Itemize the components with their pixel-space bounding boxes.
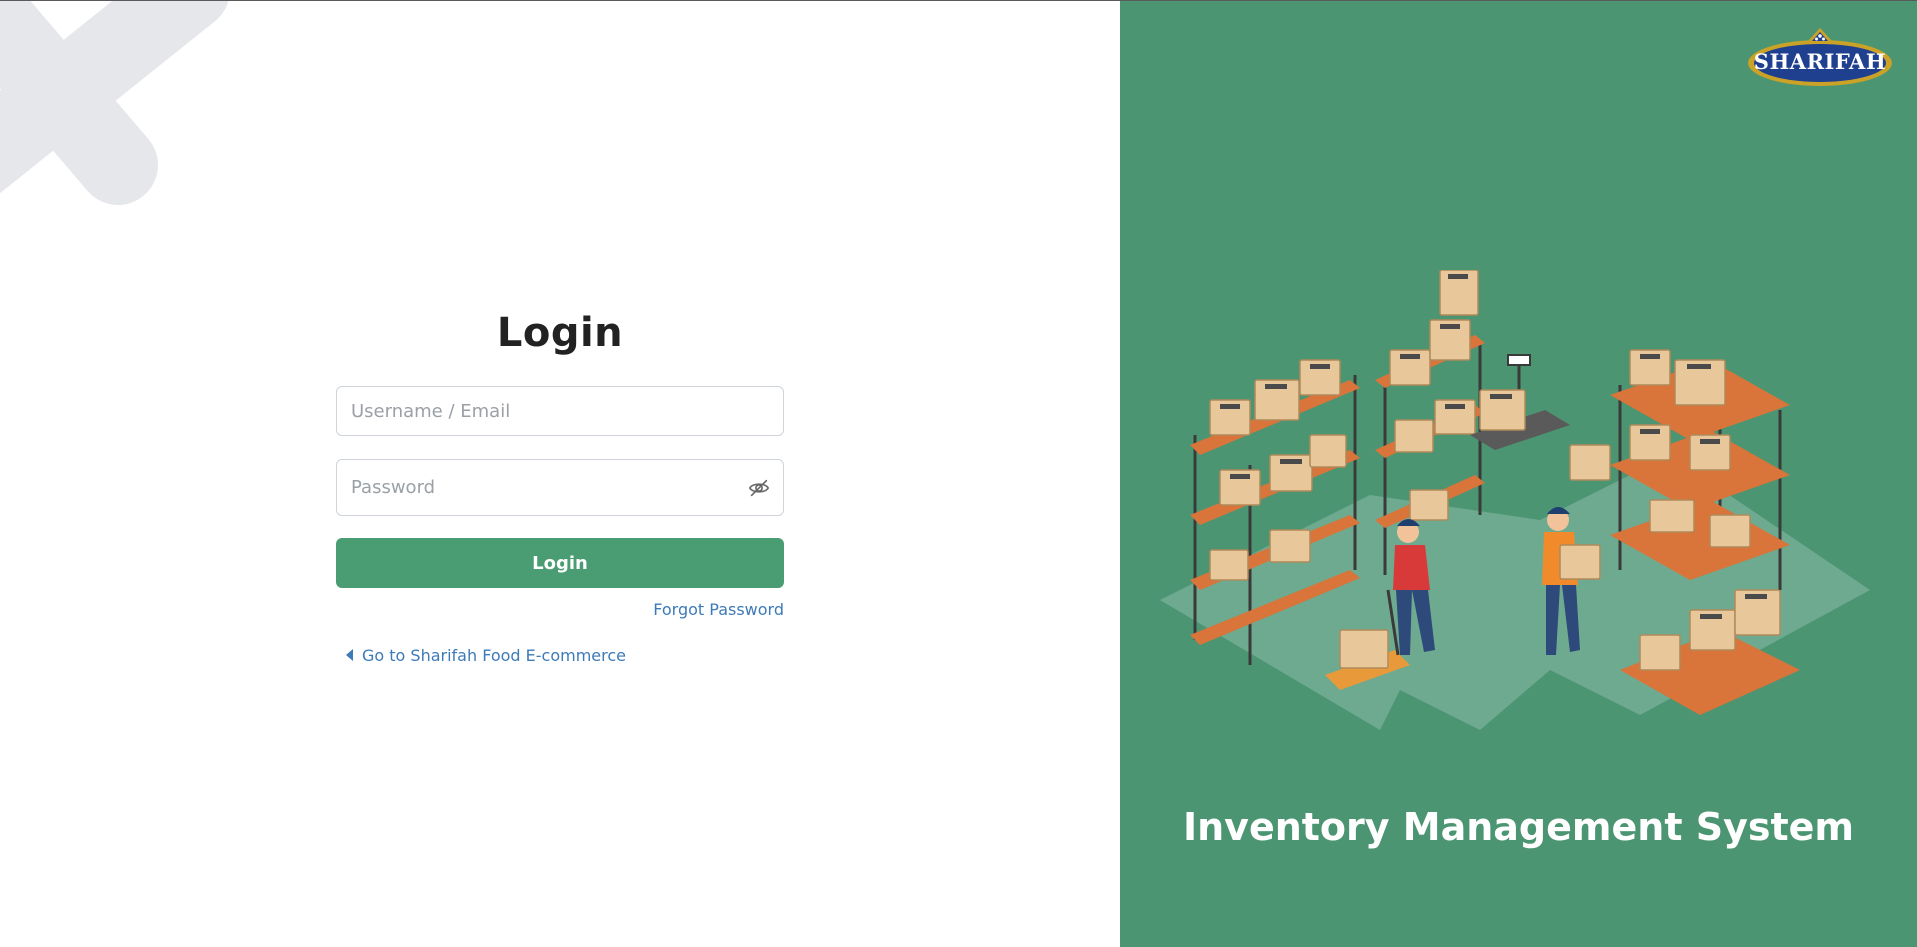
username-input[interactable] xyxy=(337,387,783,435)
forgot-password-link[interactable]: Forgot Password xyxy=(653,600,784,619)
login-title: Login xyxy=(496,310,624,356)
eye-slash-icon[interactable] xyxy=(748,477,770,499)
login-form: Login Login Forgot Password Go to Sharif… xyxy=(336,308,784,666)
back-to-shop-row: Go to Sharifah Food E-commerce xyxy=(336,644,784,666)
login-pane: Login Login Forgot Password Go to Sharif… xyxy=(0,0,1120,947)
sharifah-logo: SHARIFAH xyxy=(1745,25,1895,91)
caret-left-icon[interactable] xyxy=(346,649,354,661)
warehouse-illustration xyxy=(1160,270,1870,730)
hero-pane: SHARIFAH Inventory Management System xyxy=(1120,0,1917,947)
password-field[interactable] xyxy=(336,459,784,516)
back-to-shop-link[interactable]: Go to Sharifah Food E-commerce xyxy=(362,646,626,665)
username-field[interactable] xyxy=(336,386,784,436)
forgot-password-row: Forgot Password xyxy=(336,600,784,622)
decorative-x-shape xyxy=(0,0,229,205)
password-input[interactable] xyxy=(337,460,783,515)
logo-text: SHARIFAH xyxy=(1753,49,1887,74)
top-border-line xyxy=(0,0,1917,1)
login-button[interactable]: Login xyxy=(336,538,784,588)
hero-caption: Inventory Management System xyxy=(1182,805,1855,849)
